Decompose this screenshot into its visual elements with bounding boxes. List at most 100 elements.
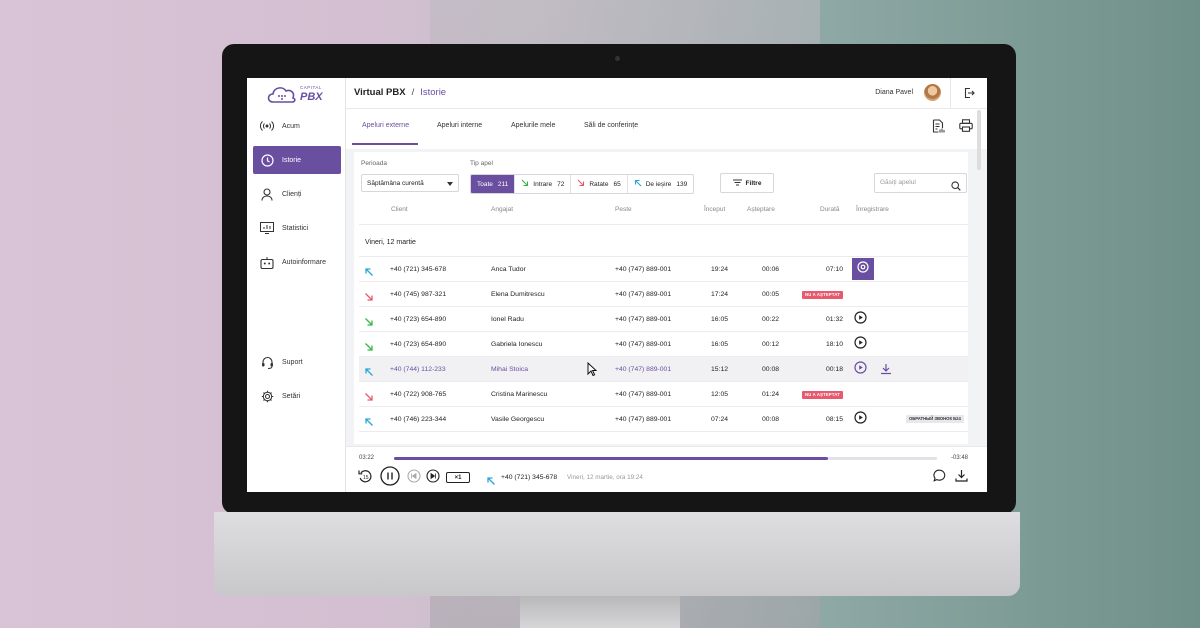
playback-speed-button[interactable]: ×1	[446, 472, 470, 483]
table-row[interactable]: +40 (746) 223-344 Vasile Georgescu +40 (…	[359, 407, 968, 432]
remaining-time: -03:48	[951, 455, 969, 461]
duration: 08:15	[826, 416, 844, 423]
app-screen: CAPITAL PBX Acum Istorie Clienți Statist…	[247, 78, 987, 492]
sidebar-item-autoinformare[interactable]: Autoinformare	[253, 248, 341, 276]
svg-text:15: 15	[363, 475, 369, 481]
column-header-durata[interactable]: Durată	[820, 206, 840, 213]
missed-arrow-icon	[577, 179, 585, 189]
filter-count: 139	[676, 180, 688, 188]
logout-icon[interactable]	[963, 86, 975, 104]
clock-icon	[260, 153, 274, 167]
sidebar-item-suport[interactable]: Suport	[253, 348, 341, 376]
client-number[interactable]: +40 (723) 654-890	[390, 341, 446, 348]
audio-player: 03:22 -03:48 15 ×1 +40 (721) 345-678 Vin…	[346, 446, 987, 492]
header-divider	[950, 78, 951, 108]
download-icon[interactable]	[880, 362, 892, 380]
sidebar-item-setari[interactable]: Setări	[253, 382, 341, 410]
table-row[interactable]: +40 (722) 908-765 Cristina Marinescu +40…	[359, 382, 968, 407]
client-number[interactable]: +40 (723) 654-890	[390, 316, 446, 323]
pause-icon[interactable]	[380, 466, 400, 486]
employee-name: Gabriela Ionescu	[491, 341, 543, 348]
client-number[interactable]: +40 (745) 987-321	[390, 291, 446, 298]
user-name[interactable]: Diana Pavel	[875, 89, 913, 96]
chart-icon	[260, 221, 274, 235]
tab-apeluri-interne[interactable]: Apeluri interne	[437, 122, 482, 129]
client-number[interactable]: +40 (722) 908-765	[390, 391, 446, 398]
period-value: Săptămâna curentă	[367, 180, 424, 187]
period-select[interactable]: Săptămâna curentă	[361, 174, 459, 192]
via-number: +40 (747) 889-001	[615, 391, 672, 398]
client-number[interactable]: +40 (746) 223-344	[390, 416, 446, 423]
via-number: +40 (747) 889-001	[615, 291, 672, 298]
filter-intrare[interactable]: Intrare 72	[515, 175, 572, 193]
filter-count: 65	[613, 180, 621, 188]
sidebar-item-clienti[interactable]: Clienți	[253, 180, 341, 208]
employee-name: Elena Dumitrescu	[491, 291, 545, 298]
filters-button[interactable]: Filtre	[720, 173, 774, 193]
duration: 01:32	[826, 316, 844, 323]
previous-icon[interactable]	[407, 469, 421, 483]
webcam-dot	[615, 56, 620, 61]
recording-playing-button[interactable]	[852, 258, 874, 280]
table-row[interactable]: +40 (723) 654-890 Gabriela Ionescu +40 (…	[359, 332, 968, 357]
header-divider-line	[359, 224, 968, 225]
sidebar-item-istorie[interactable]: Istorie	[253, 146, 341, 174]
column-header-inceput[interactable]: Început	[704, 206, 725, 213]
via-number: +40 (747) 889-001	[615, 366, 672, 373]
search-icon[interactable]	[951, 178, 961, 196]
tab-bar: Apeluri externe Apeluri interne Apeluril…	[346, 109, 987, 149]
play-recording-icon[interactable]	[854, 361, 867, 379]
tab-apelurile-mele[interactable]: Apelurile mele	[511, 122, 555, 129]
column-header-asteptare[interactable]: Așteptare	[747, 206, 775, 213]
player-number: +40 (721) 345-678	[501, 474, 558, 481]
duration: 00:18	[826, 366, 844, 373]
sidebar-item-acum[interactable]: Acum	[253, 112, 341, 140]
player-date: Vineri, 12 martie, ora 19:24	[567, 474, 643, 481]
breadcrumb-root[interactable]: Virtual PBX	[354, 87, 406, 98]
column-header-peste[interactable]: Peste	[615, 206, 632, 213]
play-recording-icon[interactable]	[854, 336, 867, 354]
filter-ratate[interactable]: Ratate 65	[571, 175, 628, 193]
column-header-angajat[interactable]: Angajat	[491, 206, 513, 213]
table-row[interactable]: +40 (745) 987-321 Elena Dumitrescu +40 (…	[359, 282, 968, 307]
filter-toate[interactable]: Toate 211	[471, 175, 516, 193]
next-icon[interactable]	[426, 469, 440, 483]
scrollbar[interactable]	[977, 110, 981, 170]
employee-name: Cristina Marinescu	[491, 391, 548, 398]
start-time: 12:05	[711, 391, 729, 398]
active-tab-underline	[352, 143, 418, 145]
filter-count: 72	[557, 180, 565, 188]
wait-time: 00:22	[762, 316, 780, 323]
download-icon[interactable]	[955, 469, 968, 482]
column-header-client[interactable]: Client	[391, 206, 408, 213]
play-recording-icon[interactable]	[854, 411, 867, 429]
wait-time: 00:05	[762, 291, 780, 298]
tab-apeluri-externe[interactable]: Apeluri externe	[362, 122, 409, 129]
incoming-arrow-icon	[364, 314, 374, 332]
table-row[interactable]: +40 (723) 654-890 Ionel Radu +40 (747) 8…	[359, 307, 968, 332]
search-box	[874, 173, 967, 193]
via-number: +40 (747) 889-001	[615, 266, 672, 273]
comment-icon[interactable]	[933, 469, 946, 482]
avatar[interactable]	[924, 84, 941, 101]
progress-track[interactable]	[394, 457, 937, 460]
employee-name: Anca Tudor	[491, 266, 526, 273]
employee-name: Mihai Stoica	[491, 366, 529, 373]
table-row[interactable]: +40 (744) 112-233 Mihai Stoica +40 (747)…	[359, 357, 968, 382]
via-number: +40 (747) 889-001	[615, 341, 672, 348]
wait-time: 00:06	[762, 266, 780, 273]
table-row[interactable]: +40 (721) 345-678 Anca Tudor +40 (747) 8…	[359, 257, 968, 282]
play-recording-icon[interactable]	[854, 311, 867, 329]
tab-sali-de-conferinte[interactable]: Săli de conferințe	[584, 122, 638, 129]
print-icon[interactable]	[959, 119, 973, 138]
rewind-15-icon[interactable]: 15	[358, 469, 372, 483]
client-number[interactable]: +40 (721) 345-678	[390, 266, 446, 273]
report-icon[interactable]	[932, 119, 945, 138]
search-input[interactable]	[878, 178, 952, 187]
filter-lines-icon	[732, 179, 742, 188]
filter-de-iesire[interactable]: De ieșire 139	[628, 175, 694, 193]
status-badge: NU A AȘTEPTAT	[802, 291, 844, 299]
client-number[interactable]: +40 (744) 112-233	[390, 366, 446, 373]
sidebar-item-statistici[interactable]: Statistici	[253, 214, 341, 242]
call-type-filter: Toate 211 Intrare 72 Ratate 65 De ieșire 139	[470, 174, 695, 194]
